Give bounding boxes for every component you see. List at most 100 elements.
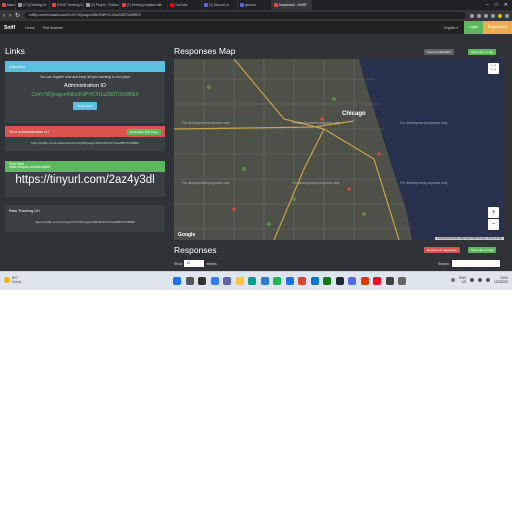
tab-favicon-icon [240,3,244,7]
widgets-icon[interactable] [210,277,219,285]
tab-favicon-icon [274,3,278,7]
steam-icon[interactable] [335,277,344,285]
extension-icons [470,13,509,18]
browser-tab[interactable]: (17) [Drinking Gr [16,0,50,10]
nav-home[interactable]: Home [21,26,39,30]
browser-tab[interactable]: Dashboard - SniffIP [272,0,312,10]
settings-icon[interactable] [398,277,406,285]
browser-tab[interactable]: (1) Drinking empties with [120,0,168,10]
spotify-icon[interactable] [273,277,281,285]
browser-tab[interactable]: (2) People · Roblox [84,0,120,10]
language-select[interactable]: English ▾ [444,26,464,30]
admin-url-panel: Your administration url Bookmark This Pa… [5,126,165,151]
xbox-icon[interactable] [323,277,331,285]
system-tray: ENG US 13:51 11/3/2022 [451,276,508,284]
weather-widget[interactable]: 8°C Mostly [4,276,21,284]
short-link-text[interactable]: https://tinyurl.com/2az4y3dl [5,172,165,192]
short-link-header-overlay: https://tinyurl.com/2az4y3dl [9,165,51,169]
mail-icon[interactable] [285,277,294,285]
admin-url-text[interactable]: https://sniffip.com/en/dashboard/CxhV78Q… [5,137,165,149]
edge-icon[interactable] [248,277,256,285]
extension-icon[interactable] [484,13,488,18]
zoom-out-button[interactable]: − [488,219,499,230]
address-bar: ‹ › ↻ sniffip.com/en/dashboard/CxhV78Qea… [0,10,512,21]
browser-tab[interactable]: YouTube [168,0,202,10]
maximize-icon[interactable]: □ [495,2,498,8]
registration-button[interactable]: Registration [482,21,512,34]
tab-favicon-icon [52,3,56,7]
discord-icon[interactable] [348,277,356,285]
tab-label: (1) Drinking empties with [127,3,163,7]
chat-icon[interactable] [223,277,231,285]
tray-region: US [461,280,467,284]
browser-tab[interactable]: (1) Discord | # [202,0,238,10]
tab-favicon-icon [86,3,90,7]
sound-notification-button[interactable]: Sound notification [424,49,454,55]
photos-icon[interactable] [310,277,319,285]
battery-icon[interactable] [486,278,491,282]
wifi-icon[interactable] [470,278,475,282]
tab-label: YouTube [175,3,188,7]
zoom-in-button[interactable]: + [488,207,499,218]
remove-all-responses-button[interactable]: Remove all responses [424,247,460,253]
raw-url-panel: Raw Tracking Url https://sniffip.com/tra… [5,205,165,232]
site-header: Sniff Home Port scanner English ▾ Login … [0,21,512,34]
raw-url-text[interactable]: https://sniffip.com/tracking/CxhV78Qeagz… [5,216,165,228]
site-logo[interactable]: Sniff [0,25,21,31]
bookmark-page-button[interactable]: Bookmark This Page [127,128,161,135]
profile-avatar[interactable] [498,13,502,18]
responses-map[interactable]: For development purposes only For develo… [174,59,504,240]
browser-tab[interactable]: Menu [0,0,16,10]
tray-clock[interactable]: 13:51 11/3/2022 [494,276,508,284]
search-label: Search: [438,261,450,266]
volume-icon[interactable] [478,278,483,282]
tab-favicon-icon [170,3,174,7]
attention-body: You can register now and keep all your t… [5,72,165,113]
url-input[interactable]: sniffip.com/en/dashboard/CxhV78Qeagzr4N6… [24,12,466,19]
file-explorer-icon[interactable] [235,277,244,285]
search-icon[interactable] [185,277,194,285]
attention-registration-button[interactable]: Registration [72,102,97,110]
browser-tab[interactable]: general [238,0,272,10]
reload-icon[interactable]: ↻ [15,13,20,19]
close-icon[interactable]: ✕ [504,2,508,8]
chrome-icon[interactable] [298,277,306,285]
tray-language[interactable]: ENG US [459,276,466,284]
show-all-on-map-button[interactable]: Show all on map [468,49,497,55]
tab-favicon-icon [2,3,6,7]
menu-kebab-icon[interactable] [505,13,509,18]
browser-tab[interactable]: EXPAT Drinking Gr [50,0,84,10]
map-watermark-1: For development purposes only [182,121,230,125]
task-view-icon[interactable] [198,277,206,285]
window-controls: – □ ✕ [486,2,512,8]
login-button[interactable]: Login [464,21,483,34]
tray-chevron-icon[interactable] [451,278,456,282]
tab-favicon-icon [18,3,22,7]
map-watermark-5: For development purposes only [292,181,340,185]
forward-icon[interactable]: › [9,13,11,19]
tab-label: (2) People · Roblox [91,3,119,7]
responses-show-all-button[interactable]: Show all on map [468,247,497,253]
admin-url-header: Your administration url Bookmark This Pa… [5,126,165,137]
calculator-icon[interactable] [385,277,394,285]
attention-header-label: Attention [9,64,25,69]
show-entries-control: Show 10 entries [174,260,217,267]
search-control: Search: [438,260,500,267]
office-icon[interactable] [360,277,369,285]
nav-port-scanner[interactable]: Port scanner [39,26,67,30]
start-icon[interactable] [173,277,181,285]
back-icon[interactable]: ‹ [3,13,5,19]
extensions-puzzle-icon[interactable] [491,13,495,18]
fullscreen-icon[interactable]: ⛶ [488,63,499,74]
google-logo: Google [178,232,196,238]
search-input[interactable] [451,260,500,267]
map-attribution[interactable]: Keyboard shortcuts | Map data ©2022 Goog… [435,237,504,240]
tray-date: 11/3/2022 [494,280,508,284]
opera-icon[interactable] [373,277,381,285]
bookmark-icon[interactable] [477,13,481,18]
share-icon[interactable] [470,13,474,18]
minimize-icon[interactable]: – [486,2,489,8]
weather-desc: Mostly [12,280,22,284]
entries-select[interactable]: 10 [184,260,205,267]
store-icon[interactable] [260,277,269,285]
